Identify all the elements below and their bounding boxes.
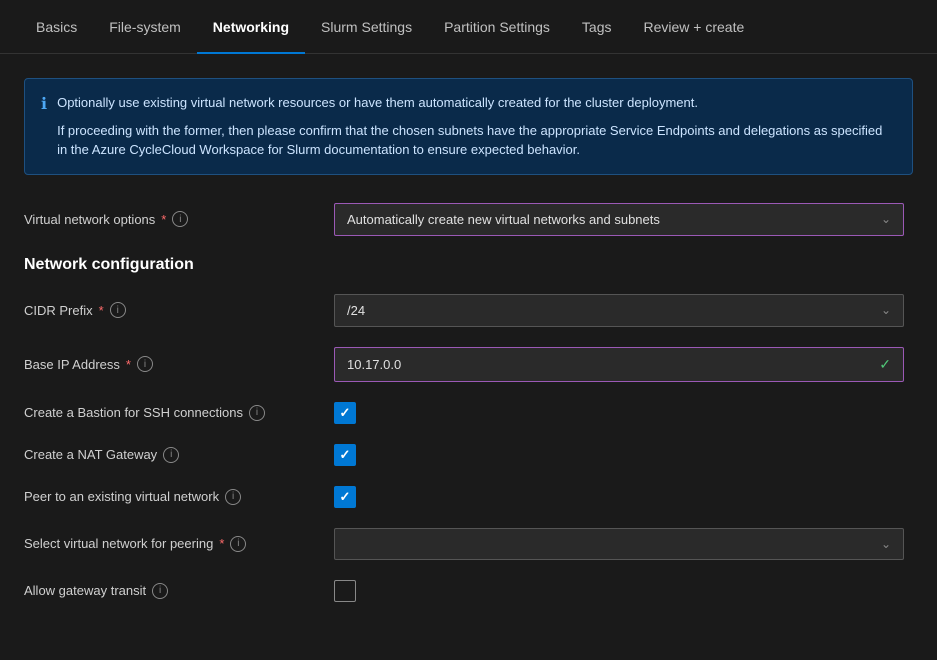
- peer-row: Peer to an existing virtual network i ✓: [24, 486, 913, 508]
- cidr-value: /24: [347, 303, 365, 318]
- tab-basics[interactable]: Basics: [20, 0, 93, 54]
- tab-slurm-label: Slurm Settings: [321, 19, 412, 35]
- tab-networking[interactable]: Networking: [197, 0, 305, 54]
- peer-checkbox[interactable]: ✓: [334, 486, 356, 508]
- tab-review-label: Review + create: [644, 19, 745, 35]
- bastion-info-icon[interactable]: i: [249, 405, 265, 421]
- info-banner: ℹ Optionally use existing virtual networ…: [24, 78, 913, 175]
- select-vnet-row: Select virtual network for peering * i ⌄: [24, 528, 913, 560]
- check-icon-nat: ✓: [340, 447, 351, 463]
- tab-filesystem-label: File-system: [109, 19, 181, 35]
- chevron-down-icon: ⌄: [881, 212, 891, 226]
- peer-label: Peer to an existing virtual network i: [24, 489, 334, 505]
- tab-basics-label: Basics: [36, 19, 77, 35]
- required-star: *: [161, 212, 166, 227]
- cidr-info-icon[interactable]: i: [110, 302, 126, 318]
- virtual-network-info-icon[interactable]: i: [172, 211, 188, 227]
- info-line2: If proceeding with the former, then plea…: [57, 121, 896, 160]
- bastion-row: Create a Bastion for SSH connections i ✓: [24, 402, 913, 424]
- tab-networking-label: Networking: [213, 19, 289, 35]
- main-content: ℹ Optionally use existing virtual networ…: [0, 54, 937, 646]
- virtual-network-row: Virtual network options * i Automaticall…: [24, 203, 913, 236]
- nat-checkbox[interactable]: ✓: [334, 444, 356, 466]
- virtual-network-label: Virtual network options * i: [24, 211, 334, 227]
- gateway-info-icon[interactable]: i: [152, 583, 168, 599]
- cidr-dropdown[interactable]: /24 ⌄: [334, 294, 904, 327]
- required-star-vnet: *: [219, 536, 224, 551]
- gateway-label: Allow gateway transit i: [24, 583, 334, 599]
- tab-tags-label: Tags: [582, 19, 612, 35]
- base-ip-info-icon[interactable]: i: [137, 356, 153, 372]
- gateway-checkbox[interactable]: [334, 580, 356, 602]
- section-title: Network configuration: [24, 256, 913, 274]
- nat-label: Create a NAT Gateway i: [24, 447, 334, 463]
- cidr-row: CIDR Prefix * i /24 ⌄: [24, 294, 913, 327]
- select-vnet-label: Select virtual network for peering * i: [24, 536, 334, 552]
- bastion-label: Create a Bastion for SSH connections i: [24, 405, 334, 421]
- gateway-row: Allow gateway transit i: [24, 580, 913, 602]
- check-icon-peer: ✓: [340, 489, 351, 505]
- tab-navigation: Basics File-system Networking Slurm Sett…: [0, 0, 937, 54]
- required-star-ip: *: [126, 357, 131, 372]
- virtual-network-dropdown[interactable]: Automatically create new virtual network…: [334, 203, 904, 236]
- chevron-down-icon-cidr: ⌄: [881, 303, 891, 317]
- info-line1: Optionally use existing virtual network …: [57, 93, 896, 113]
- base-ip-input[interactable]: 10.17.0.0 ✓: [334, 347, 904, 382]
- bastion-checkbox[interactable]: ✓: [334, 402, 356, 424]
- nat-row: Create a NAT Gateway i ✓: [24, 444, 913, 466]
- virtual-network-value: Automatically create new virtual network…: [347, 212, 660, 227]
- cidr-label: CIDR Prefix * i: [24, 302, 334, 318]
- base-ip-label: Base IP Address * i: [24, 356, 334, 372]
- tab-partition-label: Partition Settings: [444, 19, 550, 35]
- tab-review[interactable]: Review + create: [628, 0, 761, 54]
- chevron-down-icon-vnet: ⌄: [881, 537, 891, 551]
- peer-info-icon[interactable]: i: [225, 489, 241, 505]
- valid-check-icon: ✓: [879, 356, 891, 373]
- required-star-cidr: *: [99, 303, 104, 318]
- tab-partition[interactable]: Partition Settings: [428, 0, 566, 54]
- info-icon: ℹ: [41, 94, 47, 160]
- nat-info-icon[interactable]: i: [163, 447, 179, 463]
- check-icon: ✓: [340, 405, 351, 421]
- select-vnet-dropdown[interactable]: ⌄: [334, 528, 904, 560]
- base-ip-value: 10.17.0.0: [347, 357, 401, 372]
- info-text: Optionally use existing virtual network …: [57, 93, 896, 160]
- select-vnet-info-icon[interactable]: i: [230, 536, 246, 552]
- base-ip-row: Base IP Address * i 10.17.0.0 ✓: [24, 347, 913, 382]
- tab-filesystem[interactable]: File-system: [93, 0, 197, 54]
- tab-slurm[interactable]: Slurm Settings: [305, 0, 428, 54]
- tab-tags[interactable]: Tags: [566, 0, 628, 54]
